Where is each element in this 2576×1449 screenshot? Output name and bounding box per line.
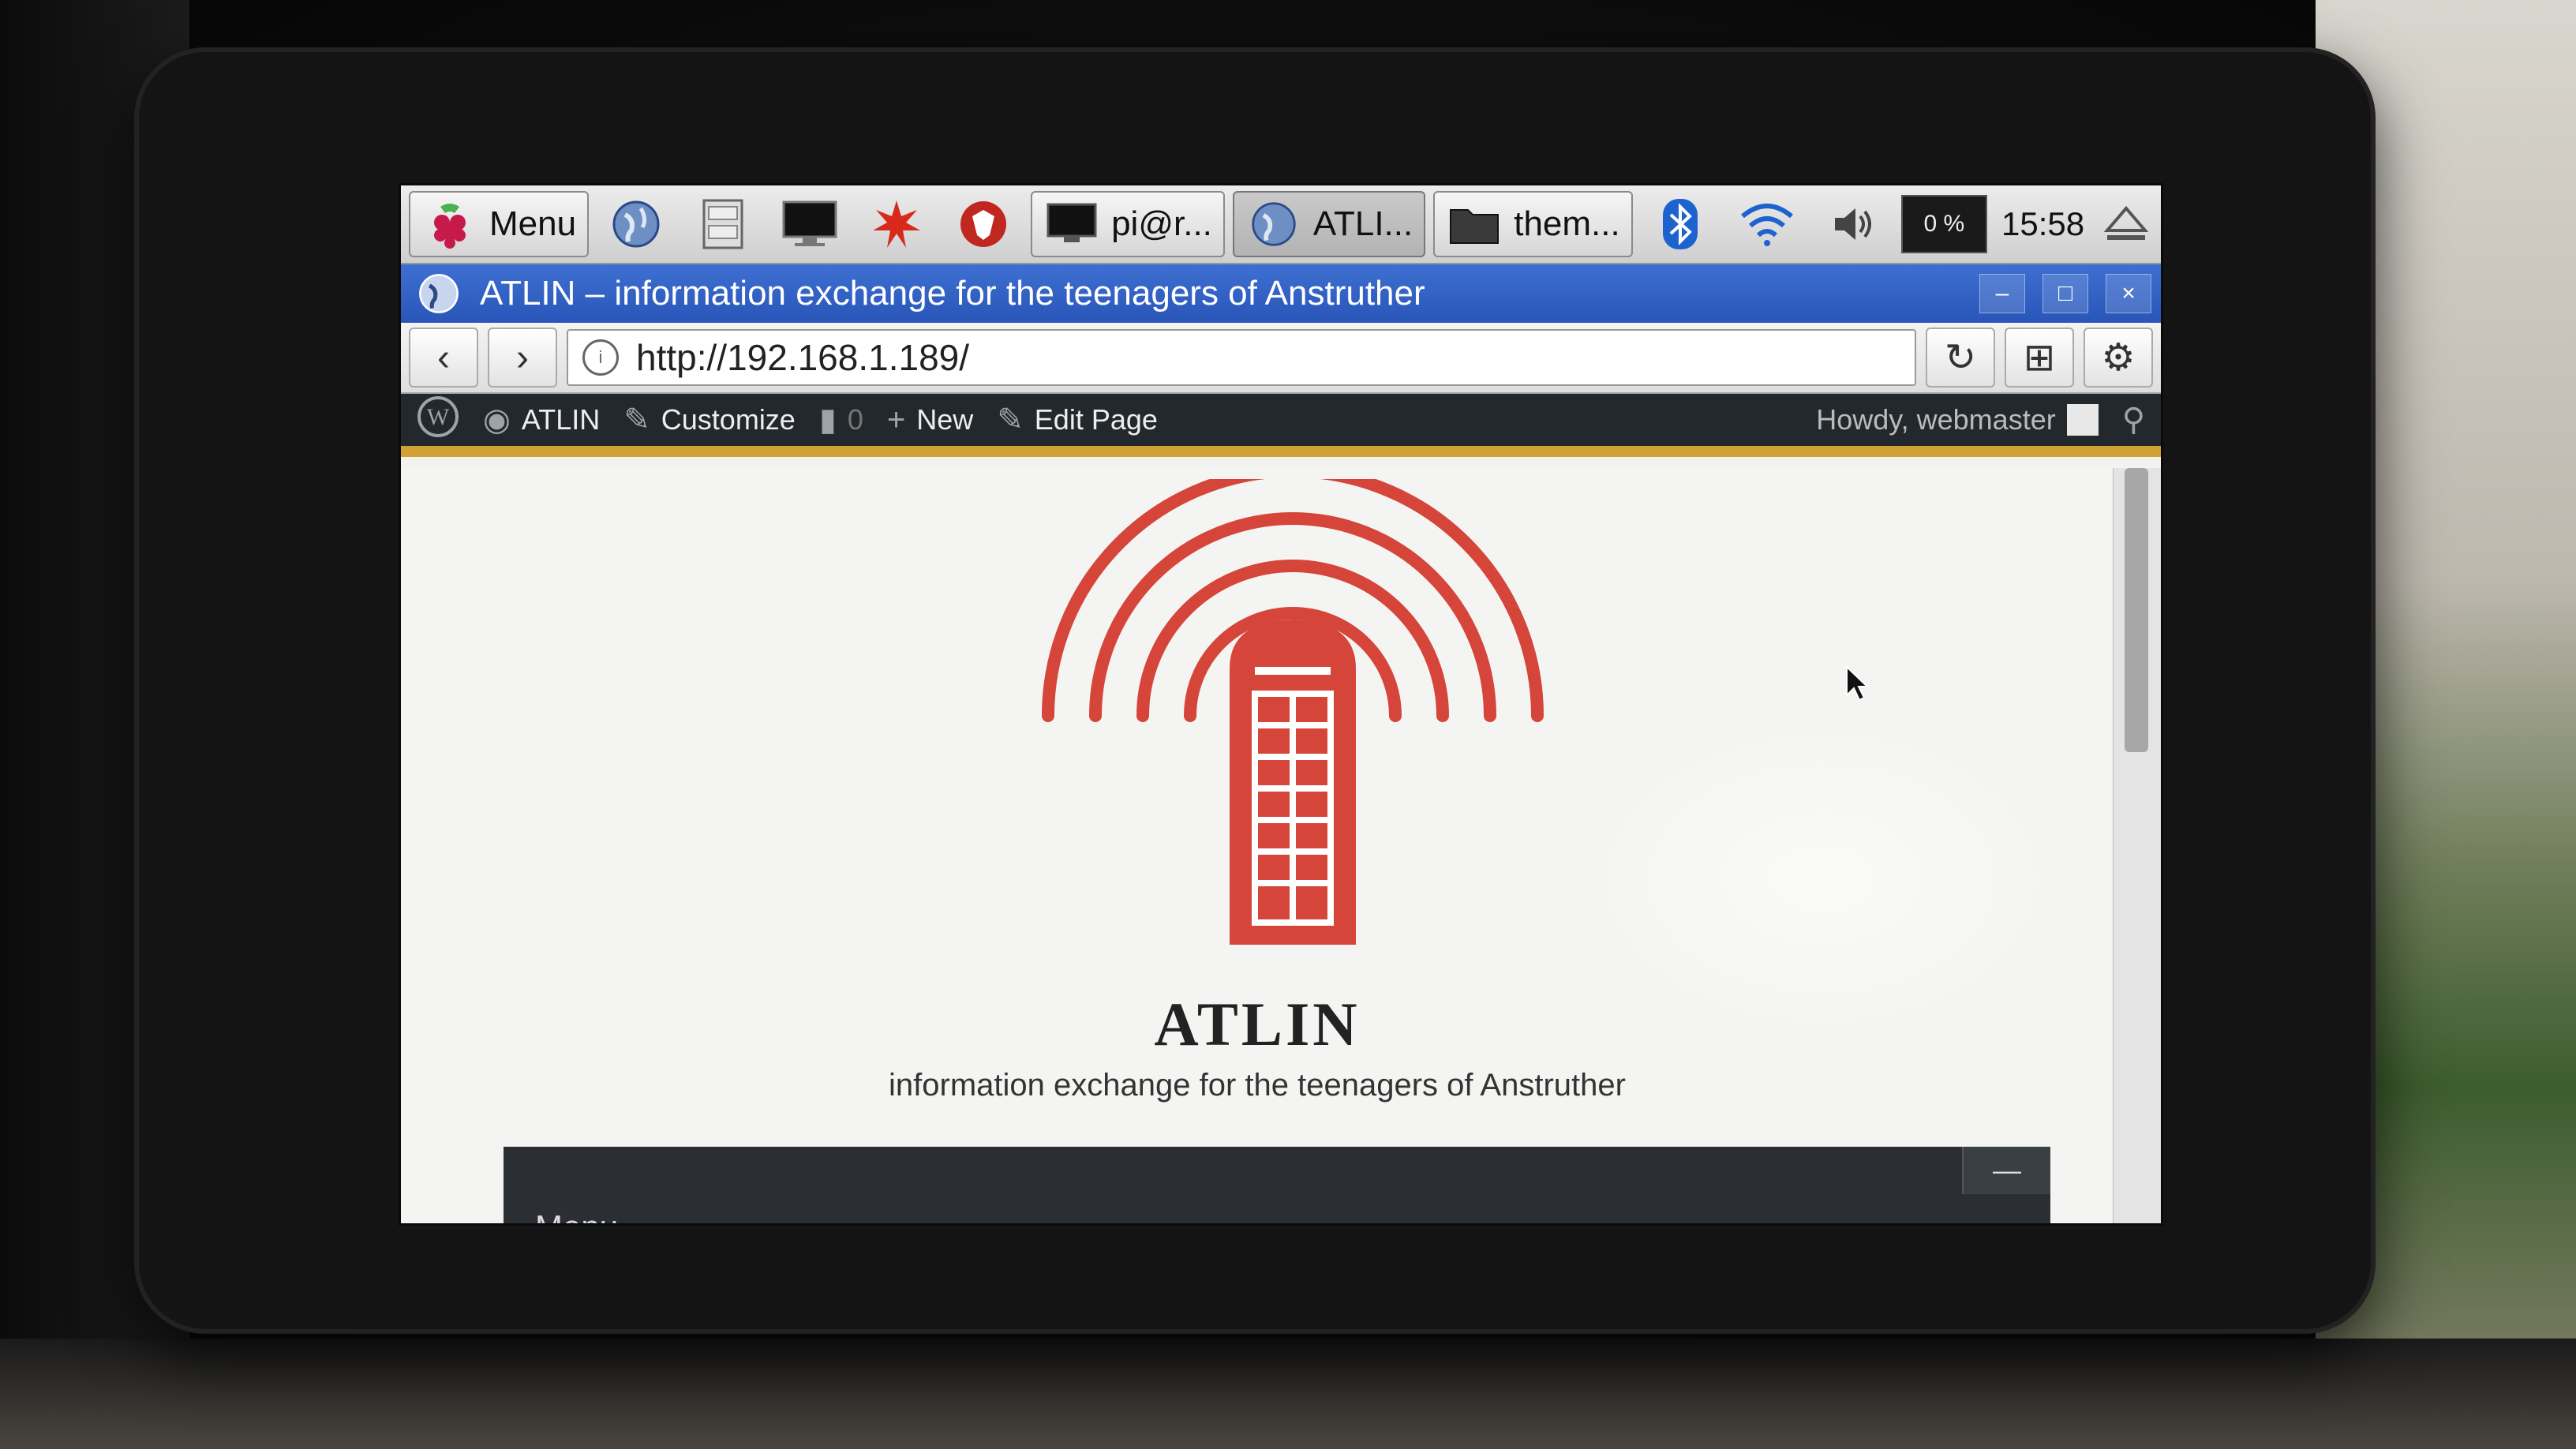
bluetooth-icon (1652, 196, 1709, 253)
globe-icon (1245, 196, 1302, 253)
plus-icon: + (886, 402, 906, 437)
task-label: them... (1514, 204, 1620, 243)
pencil-icon: ✎ (997, 402, 1024, 437)
task-label: ATLI... (1312, 204, 1413, 243)
volume-tray[interactable] (1814, 191, 1893, 257)
wp-admin-bar: W ◉ ATLIN ✎ Customize ▮ 0 + New ✎ Edit P… (401, 394, 2161, 457)
mouse-cursor-icon (1846, 665, 1869, 702)
forward-button[interactable]: › (488, 328, 557, 388)
page-content: ATLIN information exchange for the teena… (401, 468, 2114, 1223)
search-icon: ⚲ (2121, 402, 2145, 437)
window-title: ATLIN – information exchange for the tee… (480, 274, 1425, 313)
speaker-icon (1825, 196, 1882, 253)
clock[interactable]: 15:58 (1995, 205, 2091, 243)
maximize-button[interactable]: □ (2042, 274, 2088, 313)
edit-page-label: Edit Page (1034, 403, 1158, 436)
wifi-icon (1739, 196, 1795, 253)
monitor-icon (781, 196, 838, 253)
bookmark-add-icon: ⊞ (2023, 337, 2056, 379)
site-name: ATLIN (521, 403, 601, 436)
minimize-button[interactable]: – (1979, 274, 2025, 313)
eject-icon[interactable] (2099, 196, 2153, 253)
howdy-text: Howdy, webmaster (1816, 403, 2056, 436)
brush-icon: ✎ (623, 402, 650, 437)
primary-menu-bar: Menu — (504, 1147, 2050, 1223)
site-title[interactable]: ATLIN (401, 989, 2114, 1060)
globe-icon (608, 196, 665, 253)
new-content-link[interactable]: + New (887, 402, 973, 438)
raspberry-icon (421, 196, 478, 253)
photo-background-bottom (0, 1339, 2576, 1449)
terminal-icon (1043, 196, 1100, 253)
menu-label: Menu (489, 204, 577, 243)
bluetooth-tray[interactable] (1641, 191, 1720, 257)
page-info-icon[interactable]: i (582, 339, 619, 376)
search-button[interactable]: ⚲ (2122, 402, 2145, 438)
chevron-right-icon: › (516, 336, 529, 379)
avatar (2066, 404, 2099, 436)
customize-link[interactable]: ✎ Customize (623, 402, 796, 438)
wolfram-launcher[interactable] (944, 191, 1023, 257)
filing-cabinet-icon (695, 196, 751, 253)
terminal-launcher[interactable] (770, 191, 849, 257)
comment-count: 0 (847, 403, 863, 436)
menu-button[interactable]: Menu (409, 191, 590, 257)
url-text: http://192.168.1.189/ (636, 337, 970, 378)
chevron-left-icon: ‹ (437, 336, 450, 379)
page-scrollbar[interactable] (2113, 468, 2161, 1223)
star-burst-icon (868, 196, 925, 253)
taskbar: Menu pi@r... ATLI... them... 0 % 15:58 (401, 185, 2161, 264)
back-button[interactable]: ‹ (409, 328, 478, 388)
task-terminal[interactable]: pi@r... (1031, 191, 1225, 257)
file-manager-launcher[interactable] (683, 191, 762, 257)
task-browser[interactable]: ATLI... (1232, 191, 1426, 257)
browser-launcher[interactable] (597, 191, 676, 257)
comments-link[interactable]: ▮ 0 (819, 402, 863, 438)
cpu-monitor: 0 % (1900, 195, 1987, 253)
site-description: information exchange for the teenagers o… (889, 1068, 1626, 1103)
bookmark-button[interactable]: ⊞ (2005, 328, 2074, 388)
wifi-tray[interactable] (1728, 191, 1807, 257)
dashboard-icon: ◉ (483, 402, 511, 437)
svg-text:W: W (427, 404, 450, 430)
new-label: New (916, 403, 974, 436)
wordpress-icon: W (417, 395, 459, 445)
window-titlebar[interactable]: ATLIN – information exchange for the tee… (401, 264, 2161, 323)
task-folder[interactable]: them... (1433, 191, 1633, 257)
menu-label[interactable]: Menu (535, 1208, 618, 1223)
account-menu[interactable]: Howdy, webmaster (1816, 403, 2099, 436)
task-label: pi@r... (1111, 204, 1212, 243)
menu-toggle-button[interactable]: — (1962, 1147, 2050, 1194)
browser-toolbar: ‹ › i http://192.168.1.189/ ↻ ⊞ ⚙ (401, 323, 2161, 394)
reload-button[interactable]: ↻ (1926, 328, 1995, 388)
globe-icon (410, 265, 467, 322)
customize-label: Customize (661, 403, 796, 436)
settings-button[interactable]: ⚙ (2084, 328, 2153, 388)
site-name-link[interactable]: ◉ ATLIN (483, 402, 600, 438)
scrollbar-thumb[interactable] (2125, 468, 2148, 752)
atlin-logo[interactable] (1032, 479, 1553, 953)
gear-icon: ⚙ (2101, 337, 2136, 379)
address-bar[interactable]: i http://192.168.1.189/ (567, 329, 1916, 386)
edit-page-link[interactable]: ✎ Edit Page (997, 402, 1158, 438)
mathematica-launcher[interactable] (857, 191, 936, 257)
folder-icon (1446, 196, 1503, 253)
comment-icon: ▮ (818, 402, 837, 437)
reload-icon: ↻ (1944, 337, 1977, 379)
wp-logo-button[interactable]: W (417, 395, 459, 445)
wolf-icon (955, 196, 1012, 253)
close-button[interactable]: × (2106, 274, 2151, 313)
screen: Menu pi@r... ATLI... them... 0 % 15:58 A… (399, 183, 2163, 1226)
